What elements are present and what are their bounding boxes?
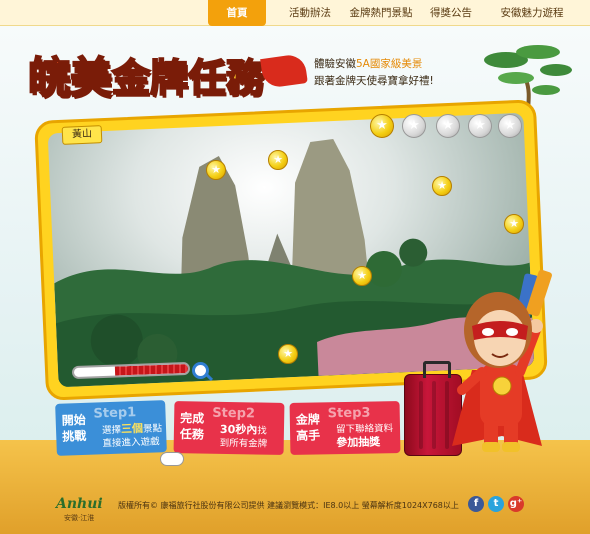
step-2-number: Step2	[212, 405, 256, 422]
tagline-highlight: 5A國家級美景	[356, 58, 423, 70]
zoom-icon[interactable]	[192, 362, 209, 379]
step-3-card[interactable]: 金牌高手 Step3 留下聯絡資料 參加抽獎	[289, 401, 401, 455]
medal-slot-1: ★	[370, 114, 394, 138]
step-1-desc-post: 景點	[142, 423, 163, 435]
step-2-desc-post: 找	[257, 425, 267, 437]
step-1-desc-pre: 選擇	[101, 424, 122, 437]
facebook-icon[interactable]: f	[468, 496, 484, 512]
star-medal-icon: ★	[408, 118, 420, 133]
tagline-line2: 跟著金牌天使尋寶拿好禮!	[314, 75, 434, 87]
coin-star-icon: ★	[211, 163, 221, 176]
gold-coin-6[interactable]: ★	[504, 214, 524, 234]
nav-item-home[interactable]: 首頁	[208, 0, 266, 26]
copyright-text: 版權所有© 康福旅行社股份有限公司提供 建議瀏覽模式：IE8.0以上 螢幕解析度…	[118, 501, 459, 510]
tagline-pre: 體驗安徽	[314, 58, 356, 70]
step-3-number: Step3	[327, 405, 371, 422]
nav-item-rules[interactable]: 活動辦法	[280, 0, 340, 26]
google-plus-icon[interactable]: g⁺	[508, 496, 524, 512]
step-1-desc: 選擇三個景點 直接進入遊戲	[102, 421, 163, 450]
logo-sub: 安徽·江淮	[64, 514, 95, 522]
gold-coin-4[interactable]: ★	[352, 266, 372, 286]
step-3-desc-pre: 留下聯絡資料	[335, 423, 394, 436]
timer-bar-fill	[114, 364, 189, 376]
anhui-logo[interactable]: Anhui 安徽·江淮	[56, 486, 106, 522]
medal-slot-2: ★	[402, 114, 426, 138]
logo-text: Anhui	[56, 496, 103, 512]
step-1-desc-highlight: 三個	[120, 421, 144, 436]
gold-coin-3[interactable]: ★	[432, 176, 452, 196]
gold-angel-mascot	[452, 269, 552, 452]
step-2-card[interactable]: 完成任務 Step2 30秒內找 到所有金牌	[173, 401, 285, 455]
page-title: 皖美 金牌任務	[27, 44, 265, 102]
star-medal-icon: ★	[442, 118, 454, 133]
star-medal-icon: ★	[474, 118, 486, 133]
coin-star-icon: ★	[273, 153, 283, 166]
step-2-title: 完成任務	[179, 411, 205, 442]
step-2-desc-line2: 到所有金牌	[219, 437, 268, 450]
gold-coin-5[interactable]: ★	[278, 344, 298, 364]
gold-coin-2[interactable]: ★	[268, 150, 288, 170]
title-part1: 皖美	[27, 53, 113, 102]
nav-item-tours[interactable]: 安徽魅力遊程	[488, 0, 576, 26]
step-3-desc: 留下聯絡資料 參加抽獎	[336, 422, 393, 450]
step-1-number: Step1	[93, 405, 137, 422]
coin-star-icon: ★	[357, 269, 367, 282]
step-2-desc-highlight: 30秒內	[219, 422, 258, 437]
twitter-icon[interactable]: t	[488, 496, 504, 512]
medal-slot-5: ★	[498, 114, 522, 138]
suitcase-rib	[419, 381, 423, 449]
top-nav: 首頁 活動辦法 金牌熱門景點 得獎公告 安徽魅力遊程	[0, 0, 590, 26]
step-1-card[interactable]: 開始挑戰 Step1 選擇三個景點 直接進入遊戲	[55, 400, 167, 456]
location-label: 黃山	[61, 125, 103, 145]
nav-item-winners[interactable]: 得獎公告	[420, 0, 482, 26]
step-2-desc: 30秒內找 到所有金牌	[220, 423, 268, 451]
step-3-title: 金牌高手	[295, 412, 321, 443]
step-3-desc-line2: 參加抽獎	[336, 435, 381, 450]
medal-slot-4: ★	[468, 114, 492, 138]
star-medal-icon: ★	[504, 118, 516, 133]
title-part2: 金牌任務	[111, 55, 265, 101]
coin-star-icon: ★	[437, 179, 447, 192]
medal-slot-3: ★	[436, 114, 460, 138]
step-1-title: 開始挑戰	[61, 412, 87, 444]
tagline: 體驗安徽5A國家級美景 跟著金牌天使尋寶拿好禮!	[314, 56, 434, 90]
coin-star-icon: ★	[509, 217, 519, 230]
star-medal-icon: ★	[376, 118, 388, 133]
coin-star-icon: ★	[283, 347, 293, 360]
nav-item-hot-spots[interactable]: 金牌熱門景點	[344, 0, 418, 26]
mouse-icon	[160, 452, 184, 466]
step-1-desc-line2: 直接進入遊戲	[102, 436, 160, 450]
gold-coin-1[interactable]: ★	[206, 160, 226, 180]
